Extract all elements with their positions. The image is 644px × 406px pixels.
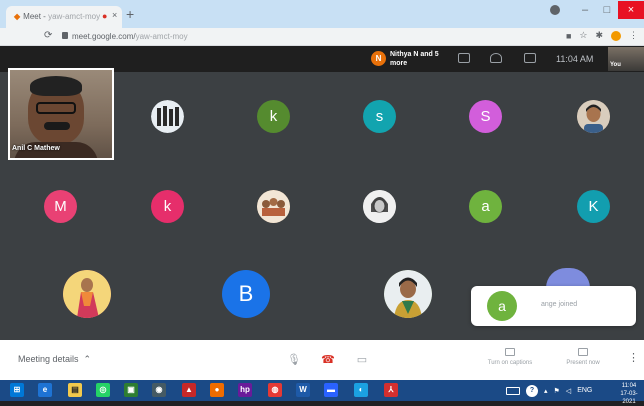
- close-window-button[interactable]: ×: [618, 1, 644, 19]
- browser-tab-meet[interactable]: ◆ Meet - yaw-amct-moy ● ×: [6, 6, 122, 28]
- participant-photo-icon: [384, 270, 432, 318]
- system-time: 11:04: [621, 383, 637, 389]
- photos-icon[interactable]: ▲: [182, 383, 196, 397]
- speaker-icon[interactable]: ◁: [566, 387, 571, 395]
- keyboard-icon[interactable]: [506, 386, 520, 395]
- url-field[interactable]: meet.google.com/yaw-amct-moy: [72, 32, 188, 41]
- participant-tile[interactable]: B: [222, 270, 270, 318]
- help-icon[interactable]: ?: [526, 384, 538, 397]
- captions-label: Turn on captions: [487, 360, 533, 366]
- participant-tile[interactable]: [384, 270, 432, 318]
- speaker-moustache: [44, 122, 70, 130]
- word-icon[interactable]: W: [296, 383, 310, 397]
- camera-app-icon[interactable]: ◉: [152, 383, 166, 397]
- minimize-button[interactable]: –: [574, 4, 596, 16]
- reload-icon[interactable]: ⟳: [44, 30, 52, 41]
- file-explorer-icon[interactable]: ▤: [68, 383, 82, 397]
- participant-tile[interactable]: K: [577, 190, 610, 223]
- camera-icon[interactable]: ▭: [354, 353, 370, 366]
- star-icon[interactable]: ☆: [579, 30, 587, 41]
- layout-icon[interactable]: [458, 53, 470, 63]
- participant-tile[interactable]: a: [469, 190, 502, 223]
- meeting-clock: 11:04 AM: [556, 54, 594, 64]
- chevron-up-icon: ⌃: [83, 354, 92, 364]
- meet-favicon-icon: ◆: [14, 12, 21, 21]
- new-tab-button[interactable]: +: [126, 6, 134, 22]
- participant-tile[interactable]: k: [257, 100, 290, 133]
- participant-tile[interactable]: M: [44, 190, 77, 223]
- url-path: yaw-amct-moy: [135, 32, 188, 41]
- join-message: ange joined: [541, 301, 578, 308]
- profile-avatar-icon[interactable]: [611, 30, 621, 41]
- speaker-glasses: [36, 102, 76, 114]
- language-indicator[interactable]: ENG: [577, 387, 592, 394]
- camera-permission-icon[interactable]: ■: [566, 31, 571, 41]
- lock-icon[interactable]: [62, 32, 68, 39]
- participant-photo-icon: [63, 270, 111, 318]
- participant-tile[interactable]: k: [151, 190, 184, 223]
- edge-icon[interactable]: e: [38, 383, 52, 397]
- participant-tile[interactable]: [63, 270, 111, 318]
- whatsapp-icon[interactable]: ◎: [96, 383, 110, 397]
- captions-button[interactable]: Turn on captions: [484, 348, 536, 366]
- participant-tile[interactable]: [577, 100, 610, 133]
- self-view-label: You: [610, 62, 621, 68]
- browser-toolbar: ■ ☆ ✱ ⋮: [566, 30, 638, 41]
- chrome-icon[interactable]: ◍: [268, 383, 282, 397]
- close-tab-icon[interactable]: ×: [112, 10, 117, 20]
- address-bar: ⟳ meet.google.com/yaw-amct-moy ■ ☆ ✱ ⋮: [0, 28, 644, 46]
- hp-icon[interactable]: hp: [238, 383, 252, 397]
- speaker-hair: [30, 76, 82, 96]
- hang-up-icon[interactable]: ☎︎: [320, 353, 336, 366]
- present-icon: [578, 348, 588, 356]
- system-clock[interactable]: 11:04 17-03-2021: [614, 382, 644, 406]
- participant-tile[interactable]: [363, 190, 396, 223]
- participant-tile[interactable]: s: [363, 100, 396, 133]
- profile-icon[interactable]: [550, 5, 560, 15]
- edge-new-icon[interactable]: ◐: [354, 383, 368, 397]
- url-host: meet.google.com/: [72, 32, 136, 41]
- windows-start-icon[interactable]: ⊞: [10, 383, 24, 397]
- present-now-button[interactable]: Present now: [560, 348, 606, 366]
- presenter-avatar: N: [371, 51, 386, 66]
- join-notification: a ange joined: [471, 286, 636, 326]
- system-date: 17-03-2021: [620, 391, 638, 405]
- zoom-icon[interactable]: ▬: [324, 383, 338, 397]
- chat-icon[interactable]: [524, 53, 536, 63]
- microphone-icon[interactable]: 🎙︎: [286, 353, 302, 366]
- group-photo-icon: [257, 190, 290, 223]
- meeting-controls-bar: Meeting details ⌃ 🎙︎ ☎︎ ▭ Turn on caption…: [0, 340, 644, 380]
- system-tray: ? ▴ ⚑ ◁ ENG: [506, 382, 592, 399]
- participant-tile[interactable]: [151, 100, 184, 133]
- joined-participant-avatar: a: [487, 291, 517, 321]
- extensions-icon[interactable]: ✱: [595, 30, 603, 41]
- participant-tile[interactable]: S: [469, 100, 502, 133]
- more-options-icon[interactable]: ⋮: [628, 351, 639, 364]
- people-icon[interactable]: [490, 53, 502, 63]
- media-player-icon[interactable]: ●: [210, 383, 224, 397]
- flag-icon[interactable]: ⚑: [554, 387, 560, 395]
- tab-title-code: yaw-amct-moy: [48, 12, 101, 21]
- participant-photo-icon: [363, 190, 396, 223]
- recording-dot-icon: ●: [102, 11, 108, 21]
- menu-kebab-icon[interactable]: ⋮: [629, 30, 638, 41]
- acrobat-icon[interactable]: ⅄: [384, 383, 398, 397]
- captions-icon: [505, 348, 515, 356]
- meeting-details-button[interactable]: Meeting details ⌃: [18, 354, 91, 365]
- store-icon[interactable]: ▣: [124, 383, 138, 397]
- tab-title: Meet -: [23, 12, 49, 21]
- present-now-label: Present now: [566, 360, 600, 366]
- participant-photo-icon: [577, 100, 610, 133]
- maximize-button[interactable]: □: [596, 4, 618, 16]
- meeting-details-label: Meeting details: [18, 354, 79, 364]
- presenter-text: Nithya N and 5 more: [390, 51, 439, 67]
- speaker-name-label: Anil C Mathew: [12, 145, 60, 152]
- group-photo-icon: [151, 100, 184, 133]
- network-icon[interactable]: ▴: [544, 387, 548, 395]
- participant-tile[interactable]: [257, 190, 290, 223]
- window-controls: – □ ×: [550, 0, 644, 20]
- windows-taskbar: ⊞ e ▤ ◎ ▣ ◉ ▲ ● hp ◍ W ▬ ◐ ⅄ ? ▴ ⚑ ◁ ENG…: [0, 380, 644, 405]
- browser-tab-strip: ◆ Meet - yaw-amct-moy ● × + – □ ×: [0, 0, 644, 28]
